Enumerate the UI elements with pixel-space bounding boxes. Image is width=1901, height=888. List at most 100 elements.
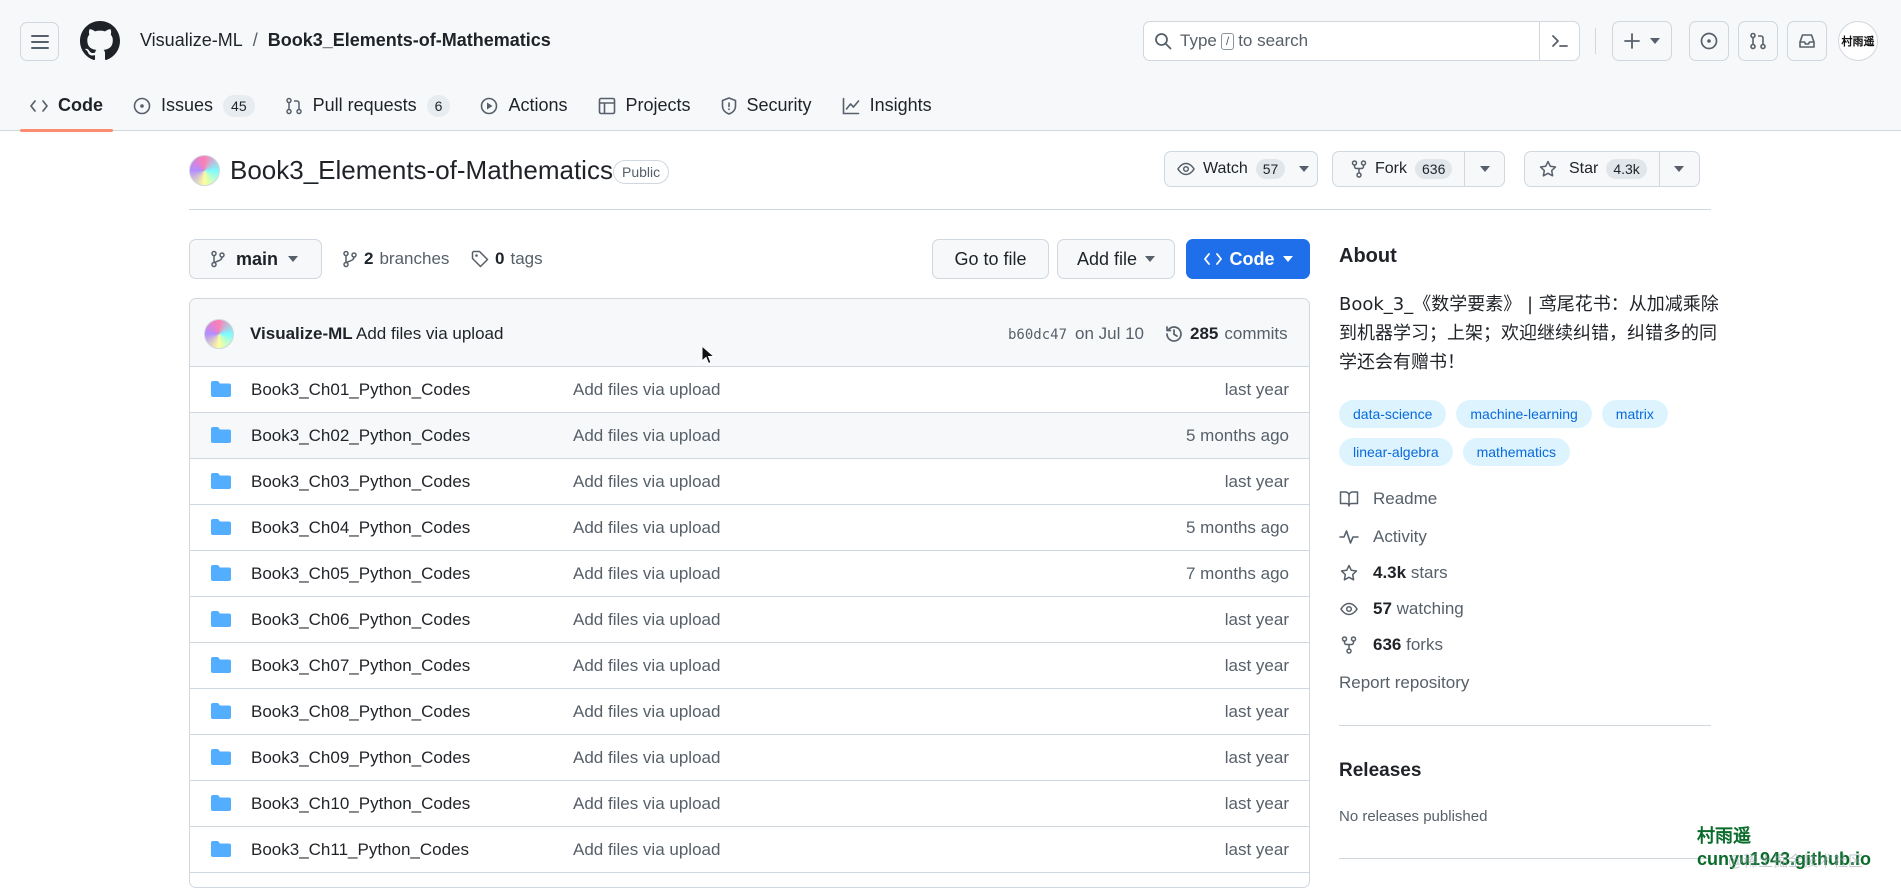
file-name-link[interactable]: Book3_Ch04_Python_Codes — [251, 518, 470, 538]
fork-dropdown[interactable] — [1464, 152, 1504, 186]
search-placeholder-prefix: Type — [1180, 31, 1217, 50]
file-commit-message[interactable]: Add files via upload — [573, 610, 720, 630]
file-commit-message[interactable]: Add files via upload — [573, 840, 720, 860]
commit-count: 285 — [1190, 324, 1219, 343]
file-row[interactable]: Book3_Ch08_Python_Codes Add files via upl… — [190, 689, 1309, 735]
sidebar-divider — [1339, 858, 1711, 859]
file-commit-message[interactable]: Add files via upload — [573, 472, 720, 492]
stars-link[interactable]: 4.3k stars — [1339, 563, 1448, 583]
search-input[interactable]: Type / to search — [1143, 21, 1580, 61]
commits-link[interactable]: 285 commits — [1164, 324, 1288, 344]
issues-button[interactable] — [1689, 21, 1729, 61]
tab-pull-requests[interactable]: Pull requests 6 — [275, 80, 461, 131]
file-name-link[interactable]: Book3_Ch07_Python_Codes — [251, 656, 470, 676]
menu-button[interactable] — [20, 22, 59, 61]
file-row[interactable]: Book3_Ch07_Python_Codes Add files via upl… — [190, 643, 1309, 689]
github-logo-icon[interactable] — [80, 21, 120, 61]
topic-tag[interactable]: mathematics — [1462, 438, 1570, 466]
create-new-button[interactable] — [1612, 21, 1672, 61]
file-name-link[interactable]: Book3_Ch08_Python_Codes — [251, 702, 470, 722]
file-row[interactable]: Book3_Ch11_Python_Codes Add files via upl… — [190, 827, 1309, 873]
code-button[interactable]: Code — [1186, 239, 1310, 279]
branch-selector[interactable]: main — [189, 239, 322, 279]
file-commit-message[interactable]: Add files via upload — [573, 564, 720, 584]
file-name-link[interactable]: Book3_Ch06_Python_Codes — [251, 610, 470, 630]
pull-requests-button[interactable] — [1738, 21, 1778, 61]
breadcrumb-owner-link[interactable]: Visualize-ML — [140, 30, 243, 51]
topic-tag[interactable]: machine-learning — [1456, 400, 1592, 428]
topic-list: data-science machine-learning matrix linear… — [1339, 400, 1711, 466]
branches-count: 2 — [364, 249, 374, 268]
file-name-link[interactable]: Book3_Ch11_Python_Codes — [251, 840, 469, 860]
file-row[interactable]: Book3_Ch09_Python_Codes Add files via upl… — [190, 735, 1309, 781]
file-row[interactable]: Book3_Ch12_Python_CodesAdd files via upl… — [190, 873, 1309, 887]
eye-icon — [1177, 162, 1195, 176]
file-row[interactable]: Book3_Ch04_Python_Codes Add files via upl… — [190, 505, 1309, 551]
file-row[interactable]: Book3_Ch10_Python_Codes Add files via upl… — [190, 781, 1309, 827]
star-dropdown[interactable] — [1658, 152, 1699, 186]
commit-author[interactable]: Visualize-ML — [250, 324, 353, 344]
star-count: 4.3k — [1606, 159, 1647, 179]
user-avatar[interactable]: 村雨遥 — [1838, 21, 1878, 61]
tab-projects[interactable]: Projects — [588, 80, 701, 131]
branches-link[interactable]: 2 branches — [342, 249, 449, 269]
file-row[interactable]: Book3_Ch03_Python_Codes Add files via upl… — [190, 459, 1309, 505]
commit-date: on Jul 10 — [1075, 324, 1144, 343]
inbox-button[interactable] — [1787, 21, 1827, 61]
fork-button[interactable]: Fork 636 — [1332, 151, 1506, 187]
file-commit-message[interactable]: Add files via upload — [573, 794, 720, 814]
file-commit-message[interactable]: Add files via upload — [573, 656, 720, 676]
folder-icon — [211, 565, 231, 581]
tab-security[interactable]: Security — [711, 80, 822, 131]
repo-owner-avatar[interactable] — [189, 155, 220, 186]
commit-author-avatar[interactable] — [204, 319, 234, 349]
star-button-main[interactable]: Star 4.3k — [1525, 152, 1659, 186]
watermark-overlay: @稀土掘金技术社区 — [1728, 852, 1864, 870]
file-name-link[interactable]: Book3_Ch02_Python_Codes — [251, 426, 470, 446]
repo-name[interactable]: Book3_Elements-of-Mathematics — [230, 155, 613, 186]
tags-link[interactable]: 0 tags — [471, 249, 543, 269]
file-name-link[interactable]: Book3_Ch05_Python_Codes — [251, 564, 470, 584]
file-row[interactable]: Book3_Ch02_Python_Codes Add files via upl… — [190, 413, 1309, 459]
user-avatar-text: 村雨遥 — [1841, 35, 1875, 48]
tab-code[interactable]: Code — [20, 80, 113, 132]
watch-button[interactable]: Watch 57 — [1164, 151, 1319, 187]
watching-link[interactable]: 57 watching — [1339, 599, 1464, 619]
file-row[interactable]: Book3_Ch01_Python_Codes Add files via upl… — [190, 367, 1309, 413]
file-name-link[interactable]: Book3_Ch01_Python_Codes — [251, 380, 470, 400]
file-row[interactable]: Book3_Ch06_Python_Codes Add files via upl… — [190, 597, 1309, 643]
file-commit-message[interactable]: Add files via upload — [573, 380, 720, 400]
file-row[interactable]: Book3_Ch05_Python_Codes Add files via upl… — [190, 551, 1309, 597]
readme-link[interactable]: Readme — [1339, 489, 1437, 509]
file-name-link[interactable]: Book3_Ch09_Python_Codes — [251, 748, 470, 768]
tab-insights[interactable]: Insights — [832, 80, 942, 131]
topic-tag[interactable]: matrix — [1601, 400, 1668, 428]
commit-sha[interactable]: b60dc47 — [1008, 327, 1067, 343]
topic-tag[interactable]: data-science — [1339, 400, 1447, 428]
commit-message[interactable]: Add files via upload — [356, 324, 503, 344]
go-to-file-button[interactable]: Go to file — [932, 239, 1049, 279]
fork-button-main[interactable]: Fork 636 — [1333, 152, 1464, 186]
issue-icon — [133, 97, 151, 114]
file-commit-message[interactable]: Add files via upload — [573, 426, 720, 446]
command-palette-button[interactable] — [1539, 22, 1579, 60]
file-commit-message[interactable]: Add files via upload — [573, 702, 720, 722]
tab-issues[interactable]: Issues 45 — [123, 80, 265, 131]
report-repository-link[interactable]: Report repository — [1339, 673, 1469, 693]
tab-actions[interactable]: Actions — [470, 80, 577, 131]
file-commit-date: 5 months ago — [1185, 518, 1289, 537]
star-button[interactable]: Star 4.3k — [1524, 151, 1700, 187]
file-name-link[interactable]: Book3_Ch10_Python_Codes — [251, 794, 470, 814]
forks-link[interactable]: 636 forks — [1339, 635, 1443, 655]
topic-tag[interactable]: linear-algebra — [1339, 438, 1453, 466]
activity-link[interactable]: Activity — [1339, 527, 1427, 547]
file-name-link[interactable]: Book3_Ch03_Python_Codes — [251, 472, 470, 492]
add-file-button[interactable]: Add file — [1057, 239, 1175, 279]
file-commit-message[interactable]: Add files via upload — [573, 518, 720, 538]
breadcrumb-repo-link[interactable]: Book3_Elements-of-Mathematics — [268, 30, 551, 51]
watch-button-main[interactable]: Watch 57 — [1165, 152, 1317, 186]
releases-heading[interactable]: Releases — [1339, 760, 1421, 782]
sidebar-divider — [1339, 725, 1711, 726]
folder-icon — [211, 841, 231, 857]
file-commit-message[interactable]: Add files via upload — [573, 748, 720, 768]
